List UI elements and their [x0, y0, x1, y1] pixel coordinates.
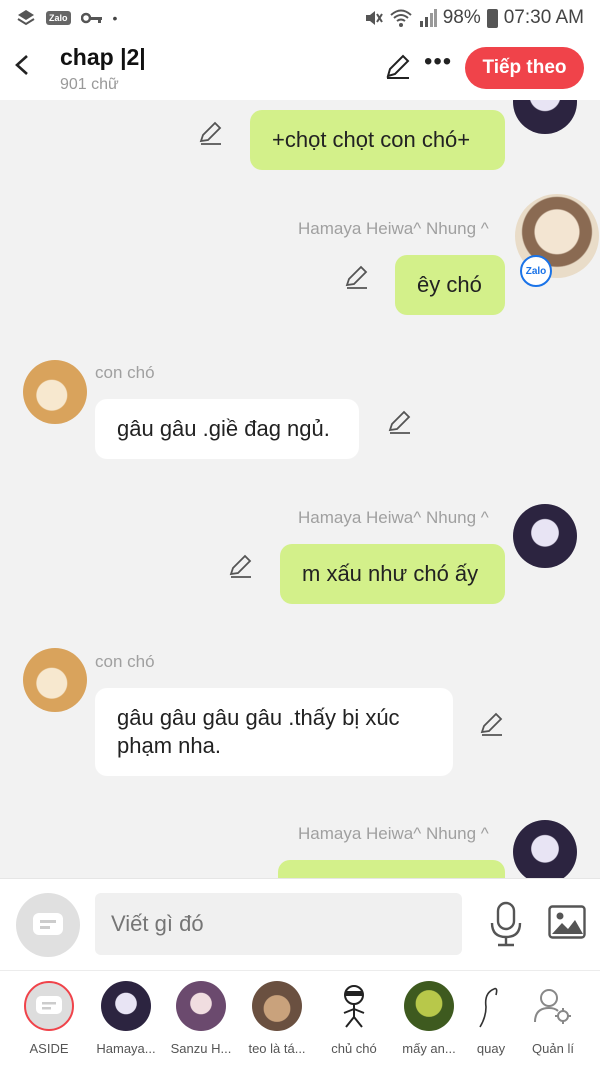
status-left: Zalo • [16, 8, 117, 28]
chat-area[interactable]: +chọt chọt con chó+ Hamaya Heiwa^ Nhung … [0, 100, 600, 878]
back-button[interactable] [12, 50, 36, 86]
chevron-left-icon [15, 55, 28, 75]
zalo-badge: Zalo [520, 255, 552, 287]
aside-toggle-button[interactable] [16, 893, 80, 957]
image-icon[interactable] [548, 905, 586, 939]
avatar[interactable] [513, 820, 577, 878]
message-text: gâu gâu .giề đag ngủ. [117, 416, 330, 441]
message-bubble[interactable]: êy chó [395, 255, 505, 315]
character-label: Hamaya... [96, 1041, 156, 1056]
zalo-notification-icon: Zalo [46, 11, 71, 25]
mute-icon [365, 11, 383, 25]
avatar [252, 981, 302, 1031]
character-chu-cho[interactable]: chủ chó [317, 981, 391, 1056]
sender-name: Hamaya Heiwa^ Nhung ^ [298, 219, 489, 238]
message-text-line1: gâu gâu gâu gâu .thấy bị xúc [117, 705, 400, 730]
message-text: êy chó [417, 272, 482, 297]
message-text: m xấu như chó ấy [302, 561, 479, 586]
avatar [466, 981, 516, 1031]
sender-name: Hamaya Heiwa^ Nhung ^ [298, 508, 489, 527]
character-label: teo là tá... [248, 1041, 306, 1056]
chapter-title: chap |2| [60, 44, 146, 70]
battery-icon [486, 8, 498, 28]
sender-name: con chó [95, 652, 155, 671]
signal-icon [419, 9, 437, 27]
character-teo[interactable]: teo là tá... [240, 981, 314, 1056]
input-bar [0, 878, 600, 970]
microphone-icon[interactable] [488, 901, 524, 947]
message-bubble[interactable]: m xấu như chó ấy [280, 544, 505, 604]
status-bar: Zalo • 98% 07:30 AM [0, 0, 600, 36]
message-text-line2: phạm nha. [117, 733, 221, 758]
character-label: ASIDE [29, 1041, 69, 1056]
message-input[interactable] [95, 893, 462, 955]
status-right: 98% 07:30 AM [363, 7, 584, 29]
aside-icon [24, 981, 74, 1031]
more-options-icon[interactable]: ••• [424, 48, 452, 76]
sender-name: con chó [95, 363, 155, 382]
next-button[interactable]: Tiếp theo [465, 47, 584, 89]
sender-name: Hamaya Heiwa^ Nhung ^ [298, 824, 489, 843]
character-label: Quản lí [532, 1041, 574, 1056]
clock: 07:30 AM [503, 7, 584, 28]
avatar[interactable] [513, 504, 577, 568]
avatar[interactable] [23, 360, 87, 424]
message-bubble[interactable] [278, 860, 505, 878]
manage-characters[interactable]: Quản lí [516, 981, 590, 1056]
message-bubble[interactable]: +chọt chọt con chó+ [250, 110, 505, 170]
character-label: chủ chó [331, 1041, 377, 1056]
avatar[interactable] [23, 648, 87, 712]
message-text: +chọt chọt con chó+ [272, 127, 471, 152]
edit-message-icon[interactable] [228, 553, 254, 579]
avatar [329, 981, 379, 1031]
key-icon [80, 12, 102, 24]
edit-message-icon[interactable] [387, 409, 413, 435]
edit-message-icon[interactable] [479, 711, 505, 737]
character-hamaya[interactable]: Hamaya... [89, 981, 163, 1056]
avatar [404, 981, 454, 1031]
manage-icon [528, 981, 578, 1031]
message-bubble[interactable]: gâu gâu gâu gâu .thấy bị xúc phạm nha. [95, 688, 453, 776]
character-label: Sanzu H... [170, 1041, 232, 1056]
edit-title-icon[interactable] [384, 52, 412, 80]
word-count: 901 chữ [60, 76, 119, 93]
chat-icon [33, 913, 63, 935]
wifi-icon [390, 9, 412, 27]
character-strip: ASIDE Hamaya... Sanzu H... teo là tá... … [0, 970, 600, 1067]
battery-percent: 98% [442, 7, 481, 28]
character-aside[interactable]: ASIDE [12, 981, 86, 1056]
avatar[interactable] [513, 100, 577, 134]
avatar [176, 981, 226, 1031]
layers-icon [17, 10, 35, 26]
dot-icon: • [112, 10, 118, 26]
edit-message-icon[interactable] [198, 120, 224, 146]
avatar [101, 981, 151, 1031]
character-sanzu[interactable]: Sanzu H... [164, 981, 238, 1056]
story-header: chap |2| 901 chữ ••• Tiếp theo [0, 36, 600, 100]
message-bubble[interactable]: gâu gâu .giề đag ngủ. [95, 399, 359, 459]
edit-message-icon[interactable] [344, 264, 370, 290]
